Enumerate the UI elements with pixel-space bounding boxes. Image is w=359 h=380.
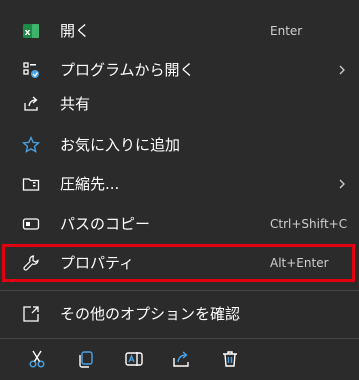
copy-path-icon bbox=[21, 214, 41, 234]
menu-item-open[interactable]: x 開く Enter bbox=[0, 15, 359, 47]
zip-folder-icon bbox=[21, 174, 41, 194]
excel-icon: x bbox=[21, 21, 41, 41]
menu-item-open-with[interactable]: プログラムから開く bbox=[0, 54, 359, 86]
menu-item-label: 圧縮先... bbox=[60, 175, 120, 193]
menu-item-label: その他のオプションを確認 bbox=[60, 305, 241, 323]
menu-item-copy-path[interactable]: パスのコピー Ctrl+Shift+C bbox=[0, 208, 359, 240]
menu-item-label: プログラムから開く bbox=[60, 61, 195, 79]
menu-item-shortcut: Ctrl+Shift+C bbox=[270, 217, 348, 231]
menu-item-more-options[interactable]: その他のオプションを確認 bbox=[0, 298, 359, 330]
delete-icon[interactable] bbox=[219, 348, 241, 370]
menu-separator bbox=[0, 290, 359, 291]
menu-item-shortcut: Alt+Enter bbox=[270, 256, 329, 270]
menu-item-share[interactable]: 共有 bbox=[0, 88, 359, 120]
more-options-icon bbox=[21, 304, 41, 324]
context-menu: x 開く Enter プログラムから開く 共有 お気に入りに追加 圧縮先... … bbox=[0, 0, 359, 380]
share-icon[interactable] bbox=[170, 348, 192, 370]
menu-item-label: 開く bbox=[60, 22, 91, 40]
menu-item-label: お気に入りに追加 bbox=[60, 136, 181, 154]
chevron-right-icon bbox=[339, 179, 345, 189]
svg-text:x: x bbox=[25, 28, 31, 38]
menu-item-properties[interactable]: プロパティ Alt+Enter bbox=[0, 247, 359, 279]
wrench-icon bbox=[21, 253, 41, 273]
menu-item-add-favorite[interactable]: お気に入りに追加 bbox=[0, 129, 359, 161]
menu-item-label: パスのコピー bbox=[60, 215, 151, 233]
quick-action-toolbar bbox=[0, 338, 359, 380]
star-icon bbox=[21, 135, 41, 155]
rename-icon[interactable] bbox=[123, 348, 145, 370]
share-icon bbox=[21, 94, 41, 114]
menu-item-compress[interactable]: 圧縮先... bbox=[0, 168, 359, 200]
menu-item-shortcut: Enter bbox=[270, 24, 303, 38]
cut-icon[interactable] bbox=[26, 348, 48, 370]
menu-item-label: プロパティ bbox=[60, 254, 135, 272]
open-with-icon bbox=[21, 60, 41, 80]
chevron-right-icon bbox=[339, 65, 345, 75]
menu-item-label: 共有 bbox=[60, 95, 91, 113]
copy-icon[interactable] bbox=[75, 348, 97, 370]
